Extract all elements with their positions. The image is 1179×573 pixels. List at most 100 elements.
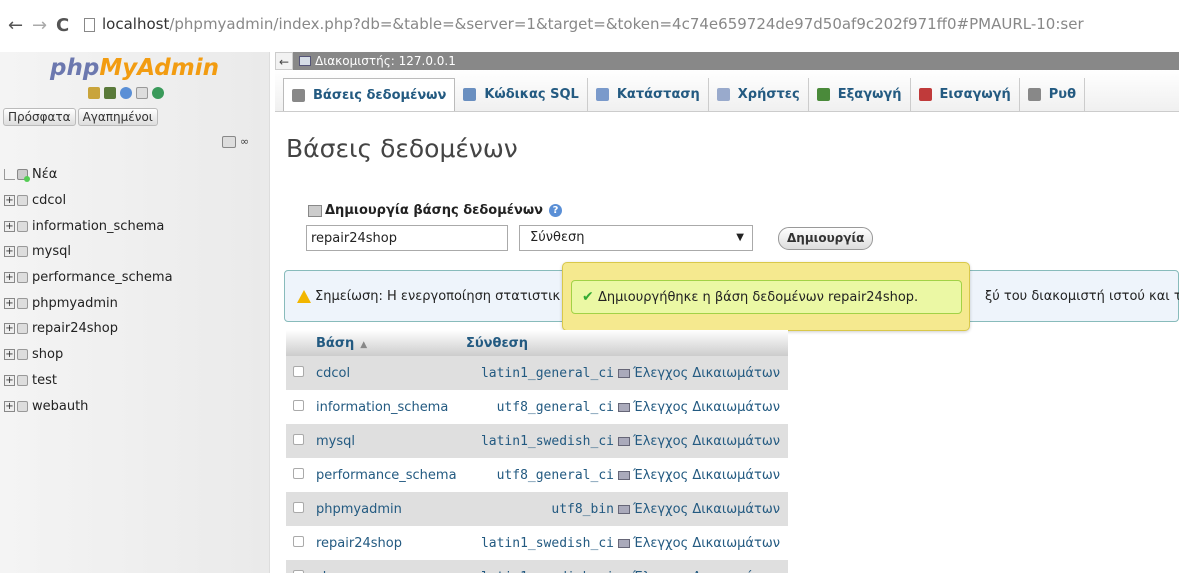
sidebar-db-item[interactable]: + phpmyadmin <box>4 290 173 316</box>
database-name-input[interactable] <box>306 225 508 251</box>
tab-recent[interactable]: Πρόσφατα <box>3 108 76 126</box>
db-name-link[interactable]: phpmyadmin <box>316 492 466 526</box>
tab-status[interactable]: Κατάσταση <box>588 78 709 111</box>
help-icon[interactable]: ? <box>549 204 563 217</box>
db-name-link[interactable]: information_schema <box>316 390 466 424</box>
row-checkbox[interactable] <box>293 433 304 445</box>
collation-selected: Σύνθεση <box>530 230 585 245</box>
db-name-link[interactable]: performance_schema <box>316 458 466 492</box>
main-menu-tabs: Βάσεις δεδομένων Κώδικας SQL Κατάσταση Χ… <box>275 70 1179 112</box>
table-row: shop latin1_swedish_ci Έλεγχος Δικαιωμάτ… <box>286 560 788 573</box>
database-icon <box>17 195 28 207</box>
check-privileges-link[interactable]: Έλεγχος Δικαιωμάτων <box>618 356 788 390</box>
sidebar-db-item[interactable]: + mysql <box>4 239 173 265</box>
forward-arrow-icon[interactable]: → <box>32 17 47 35</box>
row-checkbox[interactable] <box>293 569 304 573</box>
privileges-label: Έλεγχος Δικαιωμάτων <box>633 433 780 449</box>
expand-icon[interactable]: + <box>4 272 15 284</box>
collation-select[interactable]: Σύνθεση ▼ <box>519 225 753 251</box>
collation-cell: latin1_swedish_ci <box>466 526 618 560</box>
row-checkbox-cell <box>286 526 316 560</box>
expand-icon[interactable]: + <box>4 220 15 232</box>
column-header-collation[interactable]: Σύνθεση <box>466 330 618 356</box>
sidebar-db-item[interactable]: + test <box>4 368 173 394</box>
db-name-link[interactable]: repair24shop <box>316 526 466 560</box>
row-checkbox[interactable] <box>293 365 304 377</box>
tab-favorites[interactable]: Αγαπημένοι <box>77 108 158 126</box>
row-checkbox[interactable] <box>293 467 304 479</box>
table-header-row: Βάση ▲ Σύνθεση <box>286 330 788 356</box>
expand-icon[interactable]: + <box>4 400 15 412</box>
row-checkbox[interactable] <box>293 399 304 411</box>
check-privileges-link[interactable]: Έλεγχος Δικαιωμάτων <box>618 458 788 492</box>
tab-databases[interactable]: Βάσεις δεδομένων <box>283 78 456 111</box>
column-header-database[interactable]: Βάση ▲ <box>316 330 466 356</box>
db-label: performance_schema <box>32 270 173 286</box>
expand-icon[interactable]: + <box>4 297 15 309</box>
collation-cell: latin1_swedish_ci <box>466 560 618 573</box>
column-label: Σύνθεση <box>466 335 529 351</box>
browser-toolbar: ← → C localhost/phpmyadmin/index.php?db=… <box>0 0 1179 52</box>
database-icon <box>17 272 28 284</box>
row-checkbox-cell <box>286 560 316 573</box>
sidebar-db-item[interactable]: + cdcol <box>4 188 173 214</box>
db-name-link[interactable]: cdcol <box>316 356 466 390</box>
new-database-icon <box>17 169 30 183</box>
tab-sql[interactable]: Κώδικας SQL <box>455 78 588 111</box>
docs-icon[interactable] <box>136 87 148 99</box>
link-icon[interactable]: ∞ <box>240 136 254 148</box>
privileges-label: Έλεγχος Δικαιωμάτων <box>633 365 780 381</box>
table-row: information_schema utf8_general_ci Έλεγχ… <box>286 390 788 424</box>
checkbox-header <box>286 330 316 356</box>
new-database-item[interactable]: Νέα <box>4 162 173 188</box>
tab-label: Κώδικας SQL <box>484 87 579 102</box>
tab-label: Εισαγωγή <box>939 87 1011 102</box>
privileges-icon <box>618 436 630 446</box>
db-name-link[interactable]: mysql <box>316 424 466 458</box>
refresh-icon[interactable] <box>152 87 164 99</box>
row-checkbox-cell <box>286 492 316 526</box>
check-privileges-link[interactable]: Έλεγχος Δικαιωμάτων <box>618 492 788 526</box>
tab-settings[interactable]: Ρυθ <box>1020 78 1086 111</box>
expand-icon[interactable]: + <box>4 374 15 386</box>
success-notification[interactable]: ✔ Δημιουργήθηκε η βάση δεδομένων repair2… <box>562 262 970 331</box>
server-label[interactable]: Διακομιστής: 127.0.0.1 <box>315 54 456 68</box>
logout-icon[interactable] <box>104 87 116 99</box>
expand-icon[interactable]: + <box>4 323 15 335</box>
address-bar[interactable]: localhost/phpmyadmin/index.php?db=&table… <box>102 15 1179 33</box>
db-label: repair24shop <box>32 321 118 337</box>
create-button[interactable]: Δημιουργία <box>778 227 874 250</box>
sort-asc-icon: ▲ <box>360 339 368 350</box>
expand-icon[interactable]: + <box>4 195 15 207</box>
tab-export[interactable]: Εξαγωγή <box>809 78 911 111</box>
collapse-all-icon[interactable] <box>222 136 236 148</box>
check-privileges-link[interactable]: Έλεγχος Δικαιωμάτων <box>618 526 788 560</box>
back-arrow-icon[interactable]: ← <box>8 17 23 35</box>
privileges-label: Έλεγχος Δικαιωμάτων <box>633 535 780 551</box>
check-privileges-link[interactable]: Έλεγχος Δικαιωμάτων <box>618 390 788 424</box>
sidebar-db-item[interactable]: + performance_schema <box>4 265 173 291</box>
tab-import[interactable]: Εισαγωγή <box>911 78 1020 111</box>
expand-icon[interactable]: + <box>4 349 15 361</box>
home-icon[interactable] <box>88 87 100 99</box>
check-privileges-link[interactable]: Έλεγχος Δικαιωμάτων <box>618 424 788 458</box>
sidebar-db-item[interactable]: + repair24shop <box>4 316 173 342</box>
expand-icon[interactable]: + <box>4 246 15 258</box>
privileges-icon <box>618 538 630 548</box>
tab-label: Χρήστες <box>737 87 800 102</box>
phpmyadmin-logo[interactable]: phpMyAdmin <box>50 55 219 81</box>
wrench-icon <box>1027 88 1041 101</box>
reload-icon[interactable]: C <box>56 17 69 35</box>
sidebar-db-item[interactable]: + webauth <box>4 393 173 419</box>
notice-text-end: ξύ του διακομιστή ιστού και του <box>985 289 1179 304</box>
row-checkbox[interactable] <box>293 501 304 513</box>
tab-users[interactable]: Χρήστες <box>709 78 809 111</box>
db-name-link[interactable]: shop <box>316 560 466 573</box>
check-privileges-link[interactable]: Έλεγχος Δικαιωμάτων <box>618 560 788 573</box>
sidebar-db-item[interactable]: + information_schema <box>4 213 173 239</box>
sidebar-db-item[interactable]: + shop <box>4 342 173 368</box>
breadcrumb: ← Διακομιστής: 127.0.0.1 <box>275 52 1179 70</box>
row-checkbox[interactable] <box>293 535 304 547</box>
collapse-panel-arrow-icon[interactable]: ← <box>275 52 293 70</box>
help-icon[interactable] <box>120 87 132 99</box>
